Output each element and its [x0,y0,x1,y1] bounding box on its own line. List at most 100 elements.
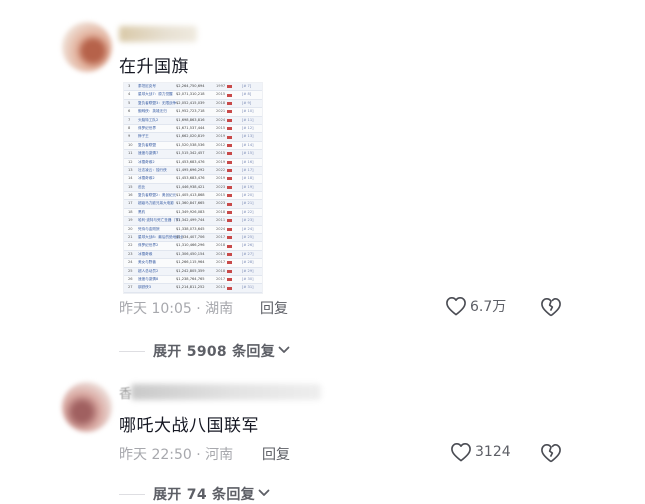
table-cell-title: 黑豹 [138,209,146,214]
table-cell-ref: [# 32] [242,293,254,294]
table-cell-rank: 11 [128,151,133,156]
table-cell-gross: $1,214,811,252 [176,285,205,290]
flag-icon [227,211,232,215]
table-cell-ref: [# 28] [242,260,254,265]
table-cell-ref: [# 23] [242,218,254,223]
table-cell-gross: $1,671,537,444 [176,125,205,130]
flag-icon [227,227,232,231]
flag-icon [227,177,232,181]
expand-replies[interactable]: 展开 5908 条回复 [119,341,291,361]
flag-icon [227,253,232,256]
table-cell-title: 复仇者联盟 [138,142,156,147]
table-cell-year: 2013 [216,285,226,290]
table-cell-ref: [# 8] [242,92,252,97]
table-cell-year: 2017 [216,260,226,265]
table-row: 11 速度与激情7 $1,515,342,457 2015 [# 15] [124,150,262,159]
table-cell-title: 小黄人大眼萌 [138,293,160,294]
table-cell-gross: $1,306,450,154 [176,251,205,256]
table-cell-title: 死侍与金刚狼 [138,226,160,231]
avatar[interactable] [62,382,112,432]
avatar[interactable] [62,22,112,72]
expand-replies[interactable]: 展开 74 条回复 [119,484,271,504]
heart-outline-icon [445,296,467,316]
table-cell-title: 壮志凌云：独行侠 [138,167,167,172]
table-cell-year: 2015 [216,92,226,97]
table-cell-year: 2018 [216,100,226,105]
flag-icon [227,101,232,105]
table-cell-ref: [# 16] [242,159,254,164]
table-cell-gross: $1,515,342,457 [176,151,205,156]
table-cell-ref: [# 21] [242,201,254,206]
table-cell-title: 蜘蛛侠：英雄无归 [138,109,167,114]
flag-icon [227,261,232,265]
dislike-button[interactable] [540,443,562,463]
table-row: 3 泰坦尼克号 $2,264,750,694 1997 [# 7] [124,83,262,92]
table-cell-rank: 8 [128,125,131,130]
table-cell-year: 2018 [216,243,226,248]
table-cell-rank: 15 [128,184,133,189]
table-cell-ref: [# 24] [242,226,254,231]
table-cell-gross: $1,446,938,421 [176,184,205,189]
table-cell-year: 2019 [216,134,226,139]
table-cell-rank: 25 [128,268,133,273]
comment-image[interactable]: 3 泰坦尼克号 $2,264,750,694 1997 [# 7] 4 星球大战7：原力觉醒… [123,82,263,294]
table-cell-ref: [# 25] [242,235,254,240]
heart-outline-icon [450,442,472,462]
table-cell-title: 冰雪奇缘 [138,251,153,256]
broken-heart-icon [540,443,562,463]
table-cell-year: 2023 [216,184,226,189]
table-cell-gross: $1,349,926,083 [176,209,205,214]
like-button[interactable]: 3124 [450,442,511,462]
reply-button[interactable]: 回复 [262,444,290,464]
table-cell-ref: [# 29] [242,268,254,273]
table-cell-title: 超级马力欧兄弟大电影 [138,201,174,206]
divider-line [119,350,145,352]
table-cell-rank: 7 [128,117,131,122]
table-cell-year: 2019 [216,159,226,164]
dislike-button[interactable] [540,297,562,317]
table-cell-title: 复仇者联盟3：无限战争 [138,100,177,105]
table-row: 7 头脑特工队2 $1,698,863,816 2024 [# 11] [124,116,262,125]
expand-replies-label: 展开 5908 条回复 [153,344,276,360]
like-button[interactable]: 6.7万 [445,296,506,316]
table-cell-title: 泰坦尼克号 [138,84,156,88]
table-cell-year: 2011 [216,218,226,223]
table-cell-ref: [# 30] [242,276,254,281]
flag-icon [227,118,232,122]
table-cell-rank: 5 [128,100,131,105]
flag-icon [227,236,232,240]
table-cell-year: 2017 [216,235,226,240]
username[interactable] [119,26,197,42]
flag-icon [227,110,232,114]
table-cell-year: 2022 [216,167,226,172]
table-cell-ref: [# 18] [242,176,254,181]
table-cell-rank: 13 [128,167,133,172]
broken-heart-icon [540,297,562,317]
username-blurred [131,384,321,400]
table-cell-year: 2024 [216,226,226,231]
chevron-down-icon [255,485,271,504]
table-cell-title: 冰雪奇缘2 [138,159,155,164]
table-cell-gross: $1,698,863,816 [176,117,205,122]
table-cell-gross: $1,662,020,819 [176,134,205,139]
table-row: 17 超级马力欧兄弟大电影 $1,360,847,665 2023 [# 21] [124,200,262,209]
table-cell-rank: 26 [128,276,133,281]
table-cell-rank: 27 [128,285,133,290]
table-row: 8 侏罗纪世界 $1,671,537,444 2015 [# 12] [124,125,262,134]
table-cell-ref: [# 13] [242,134,254,139]
table-cell-rank: 12 [128,159,133,164]
table-cell-title: 钢铁侠3 [138,285,152,290]
table-cell-gross: $1,242,805,359 [176,268,205,273]
flag-icon [227,169,232,173]
table-cell-year: 1997 [216,84,226,88]
table-cell-year: 2015 [216,125,226,130]
table-cell-rank: 6 [128,109,131,114]
table-cell-gross: $1,453,683,476 [176,176,205,181]
table-cell-year: 2013 [216,251,226,256]
table-cell-rank: 28 [128,293,133,294]
table-cell-gross: $1,520,538,536 [176,142,205,147]
reply-button[interactable]: 回复 [260,298,288,318]
table-cell-ref: [# 7] [242,84,252,88]
table-row: 26 速度与激情8 $1,238,764,765 2017 [# 30] [124,276,262,285]
table-cell-ref: [# 9] [242,100,252,105]
